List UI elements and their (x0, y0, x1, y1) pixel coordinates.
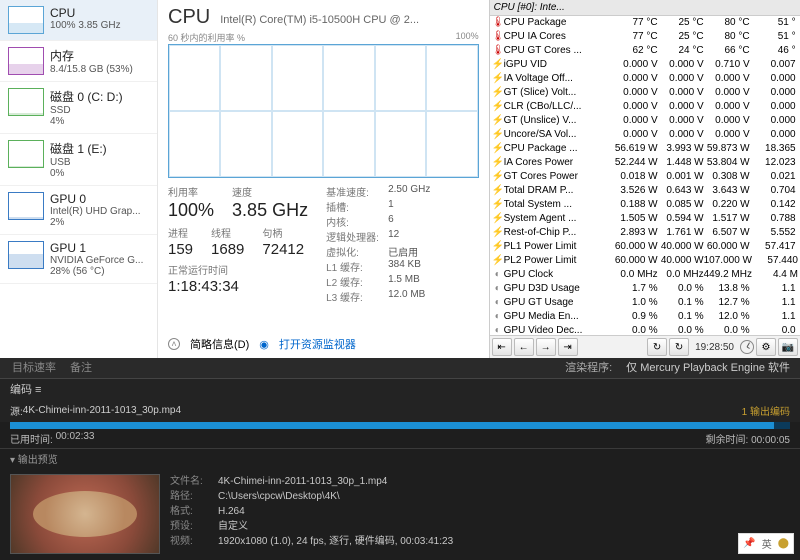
hwinfo-row[interactable]: ⚡iGPU VID0.000 V0.000 V0.710 V0.007 (490, 58, 800, 72)
renderer-value[interactable]: 仅 Mercury Playback Engine 软件 (626, 358, 800, 378)
chevron-up-icon[interactable]: ˄ (168, 338, 180, 350)
hwinfo-row[interactable]: ⚡Uncore/SA Vol...0.000 V0.000 V0.000 V0.… (490, 128, 800, 142)
hwinfo-row[interactable]: ◐GPU Clock0.0 MHz0.0 MHz449.2 MHz4.4 M (490, 268, 800, 282)
elapsed-time: 00:02:33 (56, 431, 95, 446)
media-encoder-panel: 目标速率 备注 渲染程序: 仅 Mercury Playback Engine … (0, 358, 800, 560)
hwinfo-row[interactable]: ⚡Total DRAM P...3.526 W0.643 W3.643 W0.7… (490, 184, 800, 198)
cpu-specs: 基准速度:2.50 GHz插槽:1内核:6逻辑处理器:12虚拟化:已启用L1 缓… (326, 184, 430, 304)
thread-count: 1689 (211, 241, 244, 258)
sidebar-item-gpu1[interactable]: GPU 1NVIDIA GeForce G...28% (56 °C) (0, 235, 157, 284)
hwinfo-row[interactable]: 🌡CPU IA Cores77 °C25 °C80 °C51 ° (490, 30, 800, 44)
handle-count: 72412 (262, 241, 304, 258)
cpu-model: Intel(R) Core(TM) i5-10500H CPU @ 2... (220, 14, 419, 26)
gpu0-mini-graph (8, 192, 44, 220)
hwinfo-row[interactable]: ◐GPU Media En...0.9 %0.1 %12.0 %1.1 (490, 310, 800, 324)
disk1-mini-graph (8, 140, 44, 168)
hwinfo-row[interactable]: ⚡GT (Unslice) V...0.000 V0.000 V0.000 V0… (490, 114, 800, 128)
sidebar-item-gpu0[interactable]: GPU 0Intel(R) UHD Grap...2% (0, 186, 157, 235)
hwinfo-row[interactable]: ⚡CPU Package ...56.619 W3.993 W59.873 W1… (490, 142, 800, 156)
sidebar-item-memory[interactable]: 内存8.4/15.8 GB (53%) (0, 41, 157, 82)
cpu-utilization: 100% (168, 200, 214, 221)
remaining-time: 00:00:05 (751, 435, 790, 446)
hwinfo-row[interactable]: ⚡Rest-of-Chip P...2.893 W1.761 W6.507 W5… (490, 226, 800, 240)
uptime: 1:18:43:34 (168, 278, 308, 295)
disk0-mini-graph (8, 88, 44, 116)
hwinfo-row[interactable]: ⚡GT Cores Power0.018 W0.001 W0.308 W0.02… (490, 170, 800, 184)
hwinfo-row[interactable]: ⚡System Agent ...1.505 W0.594 W1.517 W0.… (490, 212, 800, 226)
cpu-heading: CPU (168, 6, 210, 29)
output-preview-toggle[interactable]: ▾ 输出预览 (0, 448, 800, 468)
nav-last-button[interactable]: ⇥ (558, 338, 578, 356)
sidebar-title: CPU (50, 6, 149, 20)
hwinfo-header[interactable]: CPU [#0]: Inte... (490, 0, 800, 16)
sidebar-item-disk0[interactable]: 磁盘 0 (C: D:)SSD4% (0, 82, 157, 134)
source-filename: 4K-Chimei-inn-2011-1013_30p.mp4 (23, 405, 181, 416)
hwinfo-timestamp: 19:28:50 (691, 342, 738, 353)
brief-info-link[interactable]: 简略信息(D) (190, 336, 249, 352)
process-count: 159 (168, 241, 193, 258)
tab-bitrate[interactable]: 目标速率 (12, 358, 56, 378)
output-thumbnail (10, 474, 160, 554)
hwinfo-rows[interactable]: 🌡CPU Package77 °C25 °C80 °C51 °🌡CPU IA C… (490, 16, 800, 335)
hwinfo-row[interactable]: ◐GPU Video Dec...0.0 %0.0 %0.0 %0.0 (490, 324, 800, 335)
sidebar-item-cpu[interactable]: CPU100% 3.85 GHz (0, 0, 157, 41)
tab-notes[interactable]: 备注 (70, 358, 92, 378)
encoding-section[interactable]: 编码 ≡ (10, 381, 41, 397)
hwinfo-panel: CPU [#0]: Inte... 🌡CPU Package77 °C25 °C… (490, 0, 800, 358)
refresh-button[interactable]: ↻ (647, 338, 667, 356)
ime-indicator[interactable]: 📌 英 ⬤ (738, 533, 794, 554)
hwinfo-row[interactable]: ⚡GT (Slice) Volt...0.000 V0.000 V0.000 V… (490, 86, 800, 100)
refresh-all-button[interactable]: ↻ (669, 338, 689, 356)
settings-button[interactable]: ⚙ (756, 338, 776, 356)
screenshot-button[interactable]: 📷 (778, 338, 798, 356)
output-count: 1 输出编码 (742, 403, 790, 418)
cpu-utilization-graph[interactable] (168, 44, 479, 178)
hwinfo-row[interactable]: ◐GPU D3D Usage1.7 %0.0 %13.8 %1.1 (490, 282, 800, 296)
hwinfo-row[interactable]: ⚡PL2 Power Limit60.000 W40.000 W107.000 … (490, 254, 800, 268)
hwinfo-row[interactable]: ⚡CLR (CBo/LLC/...0.000 V0.000 V0.000 V0.… (490, 100, 800, 114)
sidebar-item-disk1[interactable]: 磁盘 1 (E:)USB0% (0, 134, 157, 186)
hwinfo-row[interactable]: 🌡CPU Package77 °C25 °C80 °C51 ° (490, 16, 800, 30)
hwinfo-row[interactable]: 🌡CPU GT Cores ...62 °C24 °C66 °C46 ° (490, 44, 800, 58)
hwinfo-row[interactable]: ⚡IA Voltage Off...0.000 V0.000 V0.000 V0… (490, 72, 800, 86)
gpu1-mini-graph (8, 241, 44, 269)
cpu-mini-graph (8, 6, 44, 34)
encode-progress[interactable] (10, 422, 790, 429)
resource-monitor-link[interactable]: 打开资源监视器 (279, 336, 356, 352)
hwinfo-toolbar: ⇤ ← → ⇥ ↻ ↻ 19:28:50 ⚙ 📷 (490, 335, 800, 358)
output-metadata: 文件名:4K-Chimei-inn-2011-1013_30p_1.mp4路径:… (170, 474, 453, 554)
cpu-speed: 3.85 GHz (232, 200, 308, 221)
clock-icon[interactable] (740, 340, 754, 354)
activity-icon: ◉ (259, 338, 269, 351)
resource-sidebar: CPU100% 3.85 GHz 内存8.4/15.8 GB (53%) 磁盘 … (0, 0, 158, 358)
pin-icon[interactable]: 📌 (743, 538, 755, 549)
nav-next-button[interactable]: → (536, 338, 556, 356)
memory-mini-graph (8, 47, 44, 75)
hwinfo-row[interactable]: ⚡IA Cores Power52.244 W1.448 W53.804 W12… (490, 156, 800, 170)
hwinfo-row[interactable]: ⚡Total System ...0.188 W0.085 W0.220 W0.… (490, 198, 800, 212)
ime-lang[interactable]: 英 (762, 536, 772, 551)
nav-prev-button[interactable]: ← (514, 338, 534, 356)
ime-mode-icon[interactable]: ⬤ (778, 538, 789, 549)
task-manager-panel: CPU100% 3.85 GHz 内存8.4/15.8 GB (53%) 磁盘 … (0, 0, 490, 358)
nav-first-button[interactable]: ⇤ (492, 338, 512, 356)
hwinfo-row[interactable]: ◐GPU GT Usage1.0 %0.1 %12.7 %1.1 (490, 296, 800, 310)
cpu-detail-panel: CPU Intel(R) Core(TM) i5-10500H CPU @ 2..… (158, 0, 489, 358)
hwinfo-row[interactable]: ⚡PL1 Power Limit60.000 W40.000 W60.000 W… (490, 240, 800, 254)
